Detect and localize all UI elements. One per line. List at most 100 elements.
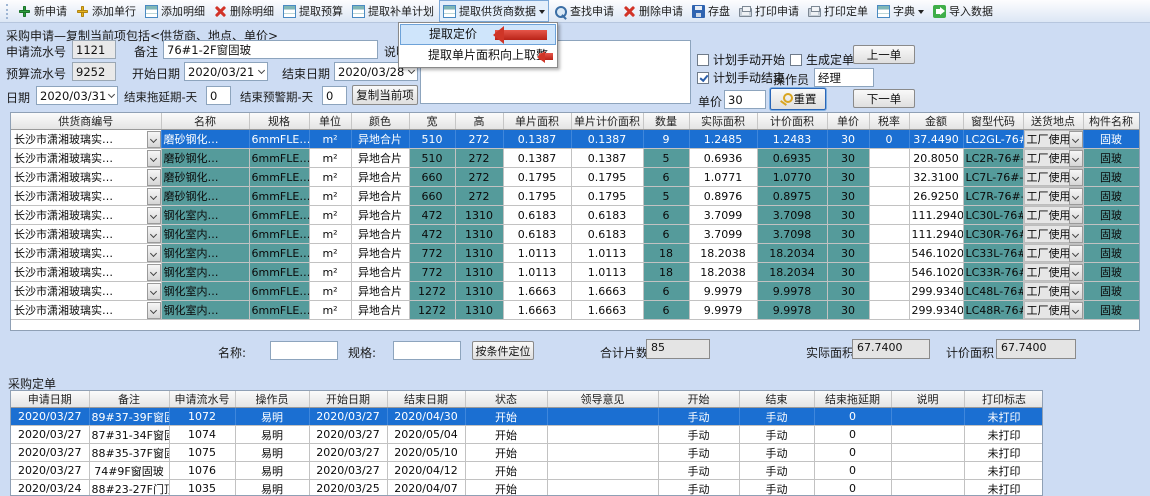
request-detail-row[interactable]: 长沙市潇湘玻璃实…钢化室内…6mmFLE…m²异地合片127213101.666… — [11, 282, 1139, 301]
plan-manual-start-checkbox[interactable]: 计划手动开始 — [697, 51, 785, 68]
plan-manual-end-checkbox[interactable]: 计划手动结束 — [697, 69, 785, 86]
column-header[interactable]: 单片面积 — [503, 113, 571, 130]
order-row[interactable]: 2020/03/2787#31-34F窗固玻1074易明2020/03/2720… — [11, 426, 1043, 444]
toolbar-button-add-detail[interactable]: 添加明细 — [141, 0, 209, 22]
end-warn-field[interactable]: 0 — [322, 86, 347, 105]
grid-cell[interactable]: 长沙市潇湘玻璃实… — [11, 168, 161, 187]
grid-cell[interactable]: 工厂使用 — [1023, 263, 1083, 282]
column-header[interactable]: 备注 — [89, 391, 169, 408]
dropdown-button[interactable] — [147, 283, 161, 300]
grid-cell[interactable]: 长沙市潇湘玻璃实… — [11, 282, 161, 301]
grid-cell[interactable]: 工厂使用 — [1023, 187, 1083, 206]
dropdown-button[interactable] — [147, 264, 161, 281]
grid-cell[interactable]: 工厂使用 — [1023, 282, 1083, 301]
dropdown-button[interactable] — [147, 207, 161, 224]
menu-item-extract-pricing[interactable]: 提取定价 — [400, 24, 556, 45]
column-header[interactable]: 申请流水号 — [169, 391, 235, 408]
request-no-field[interactable]: 1121 — [72, 40, 116, 59]
copy-current-button[interactable]: 复制当前项 — [352, 85, 418, 105]
toolbar-button-dictionary[interactable]: 字典 — [873, 0, 928, 22]
grid-cell[interactable]: 工厂使用 — [1023, 301, 1083, 320]
dropdown-button[interactable] — [1069, 131, 1083, 148]
order-row[interactable]: 2020/03/2488#23-27F门顶玻1035易明2020/03/2520… — [11, 480, 1043, 496]
grid-cell[interactable]: 工厂使用 — [1023, 168, 1083, 187]
column-header[interactable]: 计价面积 — [757, 113, 827, 130]
column-header[interactable]: 结束 — [739, 391, 814, 408]
column-header[interactable]: 高 — [455, 113, 503, 130]
dropdown-button[interactable] — [1069, 264, 1083, 281]
column-header[interactable]: 送货地点 — [1023, 113, 1083, 130]
column-header[interactable]: 单位 — [309, 113, 351, 130]
grid-cell[interactable]: 长沙市潇湘玻璃实… — [11, 263, 161, 282]
request-detail-row[interactable]: 长沙市潇湘玻璃实…磨砂钢化…6mmFLE…m²异地合片6602720.17950… — [11, 168, 1139, 187]
column-header[interactable]: 规格 — [249, 113, 309, 130]
dropdown-button[interactable] — [1069, 283, 1083, 300]
start-date-combo[interactable]: 2020/03/21 — [184, 62, 268, 81]
request-detail-row[interactable]: 长沙市潇湘玻璃实…钢化室内…6mmFLE…m²异地合片127213101.666… — [11, 301, 1139, 320]
column-header[interactable]: 状态 — [465, 391, 547, 408]
toolbar-button-extract-supplement-plan[interactable]: 提取补单计划 — [348, 0, 438, 22]
grid-cell[interactable]: 长沙市潇湘玻璃实… — [11, 301, 161, 320]
column-header[interactable]: 名称 — [161, 113, 249, 130]
grid-cell[interactable]: 长沙市潇湘玻璃实… — [11, 206, 161, 225]
column-header[interactable]: 宽 — [409, 113, 455, 130]
dropdown-button[interactable] — [1069, 150, 1083, 167]
grid-cell[interactable]: 长沙市潇湘玻璃实… — [11, 225, 161, 244]
dropdown-button[interactable] — [147, 245, 161, 262]
column-header[interactable]: 领导意见 — [547, 391, 658, 408]
unit-price-field[interactable]: 30 — [724, 90, 766, 109]
request-detail-row[interactable]: 长沙市潇湘玻璃实…钢化室内…6mmFLE…m²异地合片77213101.0113… — [11, 263, 1139, 282]
dropdown-button[interactable] — [147, 302, 161, 319]
toolbar-button-extract-supplier-data[interactable]: 提取供货商数据 — [439, 0, 549, 22]
toolbar-button-new-request[interactable]: 新申请 — [14, 0, 71, 22]
column-header[interactable]: 构件名称 — [1083, 113, 1139, 130]
toolbar-button-find-request[interactable]: 查找申请 — [550, 0, 618, 22]
dropdown-button[interactable] — [147, 150, 161, 167]
column-header[interactable]: 窗型代码 — [963, 113, 1023, 130]
generate-order-checkbox[interactable]: 生成定单 — [790, 51, 854, 68]
request-detail-row[interactable]: 长沙市潇湘玻璃实…钢化室内…6mmFLE…m²异地合片47213100.6183… — [11, 206, 1139, 225]
dropdown-button[interactable] — [1069, 207, 1083, 224]
column-header[interactable]: 数量 — [643, 113, 689, 130]
request-detail-row[interactable]: 长沙市潇湘玻璃实…磨砂钢化…6mmFLE…m²异地合片5102720.13870… — [11, 149, 1139, 168]
column-header[interactable]: 结束日期 — [387, 391, 465, 408]
grid-cell[interactable]: 工厂使用 — [1023, 206, 1083, 225]
column-header[interactable]: 打印标志 — [964, 391, 1043, 408]
column-header[interactable]: 实际面积 — [689, 113, 757, 130]
order-row[interactable]: 2020/03/2788#35-37F窗固玻1075易明2020/03/2720… — [11, 444, 1043, 462]
order-row[interactable]: 2020/03/2789#37-39F窗固玻1072易明2020/03/2720… — [11, 408, 1043, 426]
column-header[interactable]: 单价 — [827, 113, 869, 130]
request-detail-row[interactable]: 长沙市潇湘玻璃实…钢化室内…6mmFLE…m²异地合片47213100.6183… — [11, 225, 1139, 244]
remark-field[interactable]: 76#1-2F窗固玻 — [163, 40, 378, 59]
prev-order-button[interactable]: 上一单 — [853, 45, 915, 64]
toolbar-button-add-row[interactable]: 添加单行 — [72, 0, 140, 22]
toolbar-button-extract-budget[interactable]: 提取预算 — [279, 0, 347, 22]
toolbar-button-delete-detail[interactable]: 删除明细 — [210, 0, 278, 22]
grid-cell[interactable]: 长沙市潇湘玻璃实… — [11, 130, 161, 149]
dropdown-button[interactable] — [1069, 302, 1083, 319]
column-header[interactable]: 开始日期 — [309, 391, 387, 408]
column-header[interactable]: 单片计价面积 — [571, 113, 643, 130]
grid-cell[interactable]: 长沙市潇湘玻璃实… — [11, 149, 161, 168]
column-header[interactable]: 供货商编号 — [11, 113, 161, 130]
request-detail-row[interactable]: 长沙市潇湘玻璃实…磨砂钢化…6mmFLE…m²异地合片5102720.13870… — [11, 130, 1139, 149]
locate-by-condition-button[interactable]: 按条件定位 — [472, 341, 534, 360]
operator-field[interactable]: 经理 — [814, 68, 874, 87]
dropdown-button[interactable] — [1069, 245, 1083, 262]
column-header[interactable]: 颜色 — [351, 113, 409, 130]
order-row[interactable]: 2020/03/2774#9F窗固玻1076易明2020/03/272020/0… — [11, 462, 1043, 480]
grid-cell[interactable]: 工厂使用 — [1023, 149, 1083, 168]
toolbar-button-delete-request[interactable]: 删除申请 — [619, 0, 687, 22]
dropdown-button[interactable] — [147, 226, 161, 243]
name-filter-input[interactable] — [270, 341, 338, 360]
column-header[interactable]: 结束拖延期 — [814, 391, 891, 408]
dropdown-button[interactable] — [1069, 226, 1083, 243]
dropdown-button[interactable] — [147, 188, 161, 205]
grid-cell[interactable]: 工厂使用 — [1023, 244, 1083, 263]
budget-no-field[interactable]: 9252 — [72, 62, 116, 81]
date-combo[interactable]: 2020/03/31 — [36, 86, 118, 105]
grid-cell[interactable]: 工厂使用 — [1023, 130, 1083, 149]
reset-button[interactable]: 重置 — [770, 88, 826, 110]
dropdown-button[interactable] — [1069, 188, 1083, 205]
dropdown-button[interactable] — [1069, 169, 1083, 186]
